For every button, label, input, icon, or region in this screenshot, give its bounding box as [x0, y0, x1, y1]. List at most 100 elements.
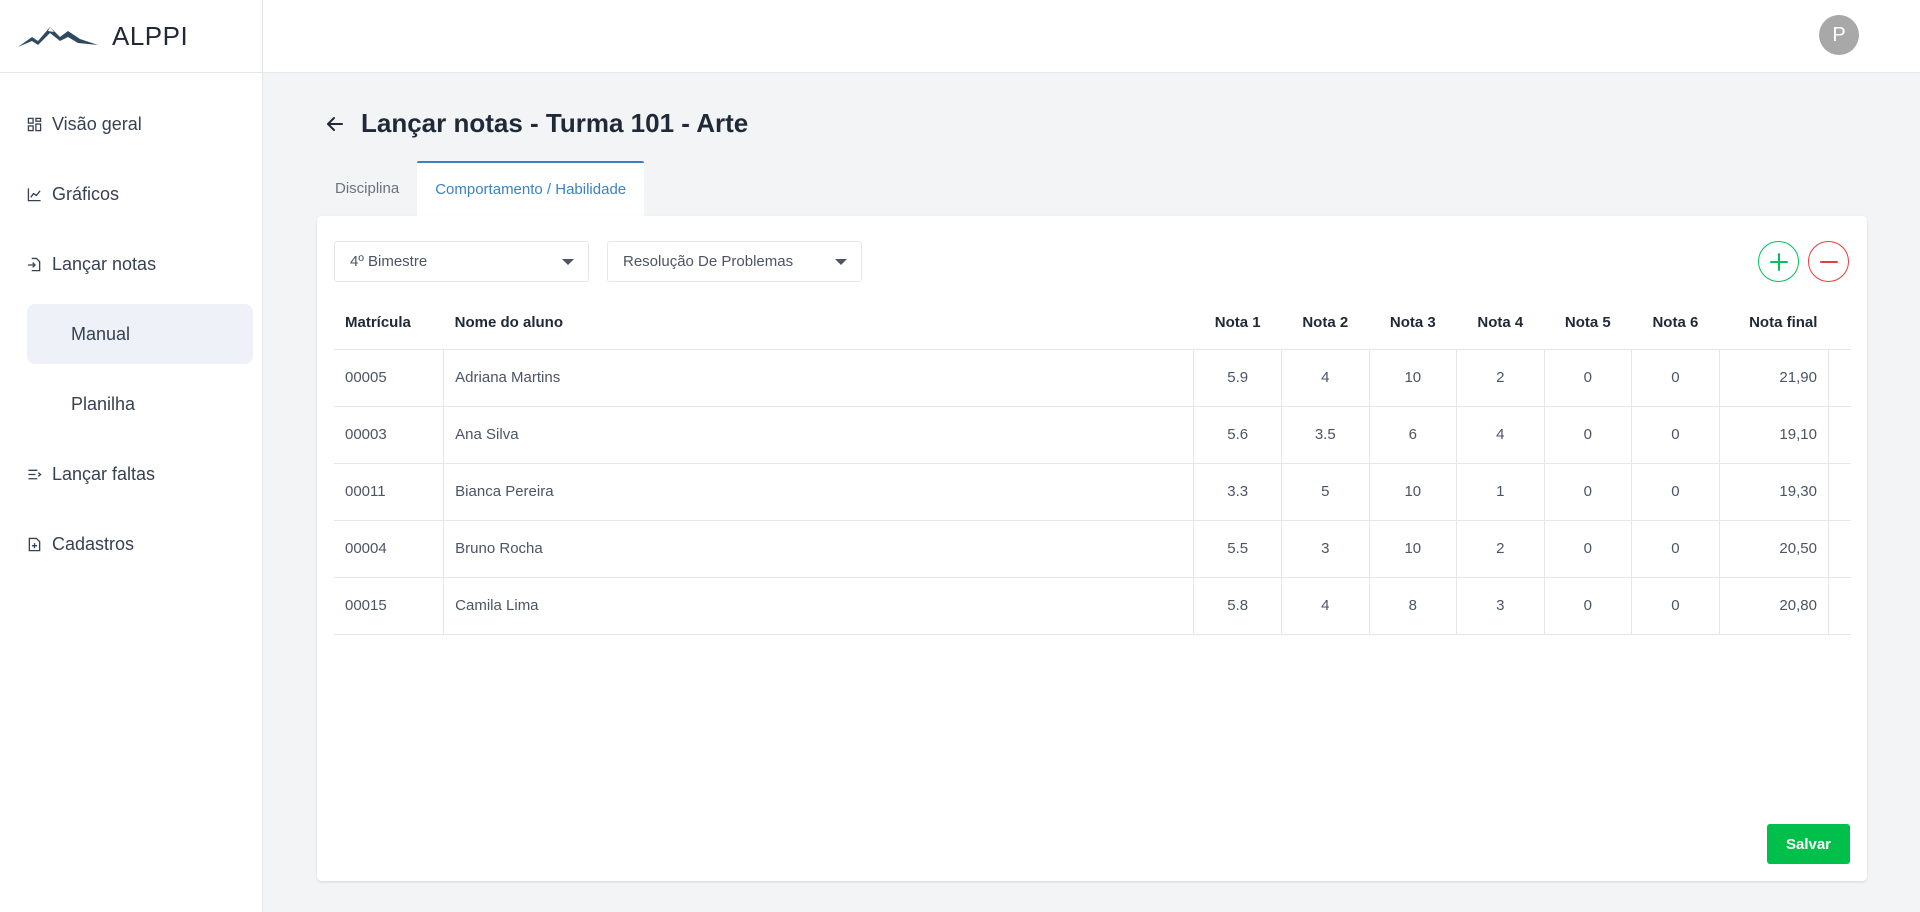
- cell-matricula: 00015: [334, 577, 444, 635]
- cell-nota3[interactable]: 8: [1368, 577, 1457, 635]
- page-header: Lançar notas - Turma 101 - Arte: [323, 108, 748, 139]
- cell-nota1[interactable]: 5.5: [1193, 520, 1282, 578]
- sidebar-subitem-planilha[interactable]: Planilha: [0, 369, 262, 439]
- sidebar-item-label: Lançar notas: [52, 253, 157, 274]
- tab-disciplina[interactable]: Disciplina: [317, 161, 417, 216]
- cell-matricula: 00003: [334, 406, 444, 464]
- cell-nota4[interactable]: 4: [1456, 406, 1545, 464]
- sidebar-item-graficos[interactable]: Gráficos: [0, 159, 262, 229]
- cell-nota5[interactable]: 0: [1543, 349, 1632, 407]
- cell-spacer: [1828, 463, 1851, 521]
- cell-spacer: [1828, 520, 1851, 578]
- sidebar-item-label: Cadastros: [52, 533, 135, 554]
- cell-nota2[interactable]: 3.5: [1280, 406, 1370, 464]
- save-button[interactable]: Salvar: [1767, 824, 1850, 864]
- cell-nota4[interactable]: 2: [1456, 349, 1545, 407]
- cell-spacer: [1828, 406, 1851, 464]
- cell-nota6[interactable]: 0: [1631, 463, 1720, 521]
- cell-nota6[interactable]: 0: [1631, 349, 1720, 407]
- skill-select-value: Resolução De Problemas: [623, 253, 794, 270]
- period-select-value: 4º Bimestre: [350, 253, 428, 270]
- sidebar-subitem-manual[interactable]: Manual: [27, 304, 253, 364]
- plus-icon: [1769, 252, 1788, 271]
- cell-matricula: 00005: [334, 349, 444, 407]
- sidebar-item-cadastros[interactable]: Cadastros: [0, 509, 262, 579]
- col-header-nota6[interactable]: Nota 6: [1631, 296, 1720, 350]
- tab-bar: Disciplina Comportamento / Habilidade: [317, 161, 645, 216]
- back-arrow-icon[interactable]: [323, 112, 347, 136]
- cell-nota2[interactable]: 4: [1280, 349, 1370, 407]
- sidebar: ALPPI Visão geral Gráficos Lançar notas …: [0, 0, 263, 912]
- cell-nota-final: 20,80: [1718, 577, 1829, 635]
- cell-nota4[interactable]: 1: [1456, 463, 1545, 521]
- dashboard-icon: [26, 116, 42, 132]
- cell-nome: Camila Lima: [443, 577, 1194, 635]
- sidebar-item-lancar-faltas[interactable]: Lançar faltas: [0, 439, 262, 509]
- table-row: 00004 Bruno Rocha 5.5 3 10 2 0 0 20,50: [334, 520, 1851, 578]
- cell-spacer: [1828, 577, 1851, 635]
- sidebar-subitem-label: Manual: [71, 323, 131, 344]
- cell-nome: Ana Silva: [443, 406, 1194, 464]
- sidebar-item-label: Visão geral: [52, 113, 142, 134]
- cell-matricula: 00011: [334, 463, 444, 521]
- skill-select[interactable]: Resolução De Problemas: [607, 241, 862, 282]
- mountains-logo-icon: [18, 27, 98, 47]
- cell-nota-final: 20,50: [1718, 520, 1829, 578]
- cell-nota4[interactable]: 3: [1456, 577, 1545, 635]
- cell-nota5[interactable]: 0: [1543, 463, 1632, 521]
- top-bar: P: [263, 0, 1920, 73]
- cell-nota3[interactable]: 10: [1368, 520, 1457, 578]
- col-header-nota4[interactable]: Nota 4: [1456, 296, 1545, 350]
- cell-nota5[interactable]: 0: [1543, 406, 1632, 464]
- col-header-matricula[interactable]: Matrícula: [334, 296, 444, 350]
- cell-nota2[interactable]: 5: [1280, 463, 1370, 521]
- col-header-nota2[interactable]: Nota 2: [1281, 296, 1370, 350]
- cell-nota6[interactable]: 0: [1631, 577, 1720, 635]
- avatar[interactable]: P: [1819, 15, 1859, 55]
- cell-nota1[interactable]: 5.9: [1193, 349, 1282, 407]
- cell-nome: Adriana Martins: [443, 349, 1194, 407]
- col-header-nota3[interactable]: Nota 3: [1369, 296, 1457, 350]
- table-row: 00005 Adriana Martins 5.9 4 10 2 0 0 21,90: [334, 349, 1851, 407]
- table-row: 00015 Camila Lima 5.8 4 8 3 0 0 20,80: [334, 577, 1851, 635]
- cell-nota3[interactable]: 10: [1368, 349, 1457, 407]
- cell-nota6[interactable]: 0: [1631, 520, 1720, 578]
- grades-card: 4º Bimestre Resolução De Problemas Matrí…: [317, 216, 1867, 881]
- add-column-button[interactable]: [1758, 241, 1799, 282]
- table-row: 00011 Bianca Pereira 3.3 5 10 1 0 0 19,30: [334, 463, 1851, 521]
- sidebar-item-visao-geral[interactable]: Visão geral: [0, 89, 262, 159]
- cell-nota-final: 21,90: [1718, 349, 1829, 407]
- period-select[interactable]: 4º Bimestre: [334, 241, 589, 282]
- col-header-nome[interactable]: Nome do aluno: [443, 296, 1194, 350]
- table-header-row: Matrícula Nome do aluno Nota 1 Nota 2 No…: [334, 296, 1851, 350]
- cell-nota6[interactable]: 0: [1631, 406, 1720, 464]
- cell-nota1[interactable]: 3.3: [1193, 463, 1282, 521]
- chevron-down-icon: [562, 259, 574, 265]
- col-header-nota5[interactable]: Nota 5: [1544, 296, 1632, 350]
- cell-matricula: 00004: [334, 520, 444, 578]
- brand[interactable]: ALPPI: [0, 0, 262, 73]
- cell-nota2[interactable]: 3: [1280, 520, 1370, 578]
- cell-nota1[interactable]: 5.6: [1193, 406, 1282, 464]
- cell-nota5[interactable]: 0: [1543, 520, 1632, 578]
- cell-nota3[interactable]: 6: [1368, 406, 1457, 464]
- cell-nota5[interactable]: 0: [1543, 577, 1632, 635]
- grades-table: Matrícula Nome do aluno Nota 1 Nota 2 No…: [334, 296, 1851, 635]
- sidebar-subitem-label: Planilha: [71, 393, 136, 414]
- remove-column-button[interactable]: [1808, 241, 1849, 282]
- cell-nota2[interactable]: 4: [1280, 577, 1370, 635]
- table-row: 00003 Ana Silva 5.6 3.5 6 4 0 0 19,10: [334, 406, 1851, 464]
- sidebar-nav: Visão geral Gráficos Lançar notas Manual…: [0, 73, 262, 579]
- sidebar-item-lancar-notas[interactable]: Lançar notas: [0, 229, 262, 299]
- cell-nota1[interactable]: 5.8: [1193, 577, 1282, 635]
- chevron-down-icon: [835, 259, 847, 265]
- minus-icon: [1819, 260, 1838, 263]
- col-header-nota-final[interactable]: Nota final: [1719, 296, 1829, 350]
- tab-comportamento-habilidade[interactable]: Comportamento / Habilidade: [417, 161, 645, 216]
- cell-nota3[interactable]: 10: [1368, 463, 1457, 521]
- sidebar-item-label: Gráficos: [52, 183, 120, 204]
- list-icon: [26, 466, 42, 482]
- cell-nota4[interactable]: 2: [1456, 520, 1545, 578]
- page-title: Lançar notas - Turma 101 - Arte: [361, 108, 749, 138]
- col-header-nota1[interactable]: Nota 1: [1193, 296, 1282, 350]
